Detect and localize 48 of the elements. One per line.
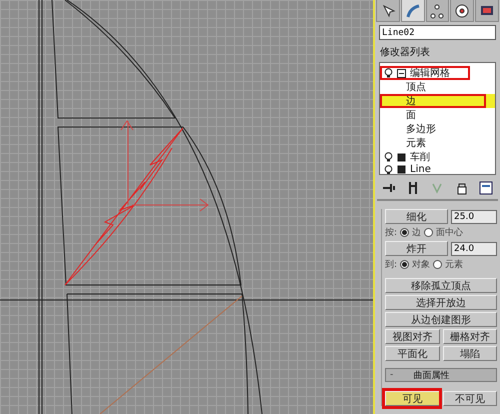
explode-button[interactable]: 炸开	[385, 241, 448, 256]
modify-icon	[404, 2, 421, 18]
modifier-item[interactable]: Line	[410, 164, 431, 174]
command-tab[interactable]	[475, 0, 499, 22]
value-field[interactable]: 24.0	[451, 242, 497, 256]
rollout-title: 曲面属性	[413, 370, 450, 382]
command-button[interactable]: 塌陷	[442, 346, 497, 361]
configure-icon[interactable]	[478, 180, 494, 196]
sub-object-item[interactable]: 面	[406, 108, 416, 122]
motion-icon	[454, 2, 470, 18]
option-label: 到:	[385, 258, 398, 271]
visibility-button[interactable]: 可见	[385, 391, 440, 406]
tessellate-button[interactable]: 细化	[385, 209, 448, 224]
command-button[interactable]: 移除孤立顶点	[385, 278, 497, 293]
object-name-field[interactable]: Line02	[379, 25, 496, 40]
collapse-sign[interactable]: -	[390, 370, 394, 380]
command-tab[interactable]	[376, 0, 400, 22]
command-button[interactable]: 视图对齐	[385, 329, 440, 344]
value-field[interactable]: 25.0	[451, 210, 497, 224]
command-button[interactable]: 栅格对齐	[442, 329, 497, 344]
light-bulb-icon[interactable]	[384, 68, 393, 78]
sub-object-item[interactable]: 多边形	[406, 122, 436, 136]
option-label: 边	[412, 226, 422, 239]
rollout-header[interactable]: - 曲面属性	[385, 368, 497, 382]
option-label: 面中心	[436, 226, 464, 239]
sub-object-item[interactable]: 边	[406, 94, 416, 108]
sub-object-item[interactable]: 元素	[406, 136, 426, 150]
collapse-icon[interactable]	[397, 68, 406, 78]
radio-button[interactable]	[433, 260, 442, 269]
hierarchy-icon	[429, 2, 446, 18]
option-label: 对象	[412, 258, 430, 271]
sub-object-item[interactable]: 顶点	[406, 80, 426, 94]
command-tab[interactable]	[426, 0, 450, 22]
radio-button[interactable]	[424, 228, 434, 237]
command-button[interactable]: 从边创建图形	[385, 312, 497, 327]
visibility-button[interactable]: 不可见	[442, 391, 497, 406]
radio-button[interactable]	[400, 228, 410, 237]
option-label: 按:	[385, 226, 398, 239]
light-bulb-icon[interactable]	[384, 152, 393, 162]
modifier-item[interactable]: 编辑网格	[410, 66, 450, 80]
radio-button[interactable]	[400, 260, 410, 269]
light-bulb-icon[interactable]	[384, 164, 393, 174]
modifier-item[interactable]: 车削	[410, 150, 430, 164]
command-button[interactable]: 选择开放边	[385, 295, 497, 310]
command-tab[interactable]	[450, 0, 474, 22]
option-label: 元素	[445, 258, 464, 271]
command-button[interactable]: 平面化	[385, 346, 440, 361]
modifier-list-label[interactable]: 修改器列表	[375, 40, 500, 62]
